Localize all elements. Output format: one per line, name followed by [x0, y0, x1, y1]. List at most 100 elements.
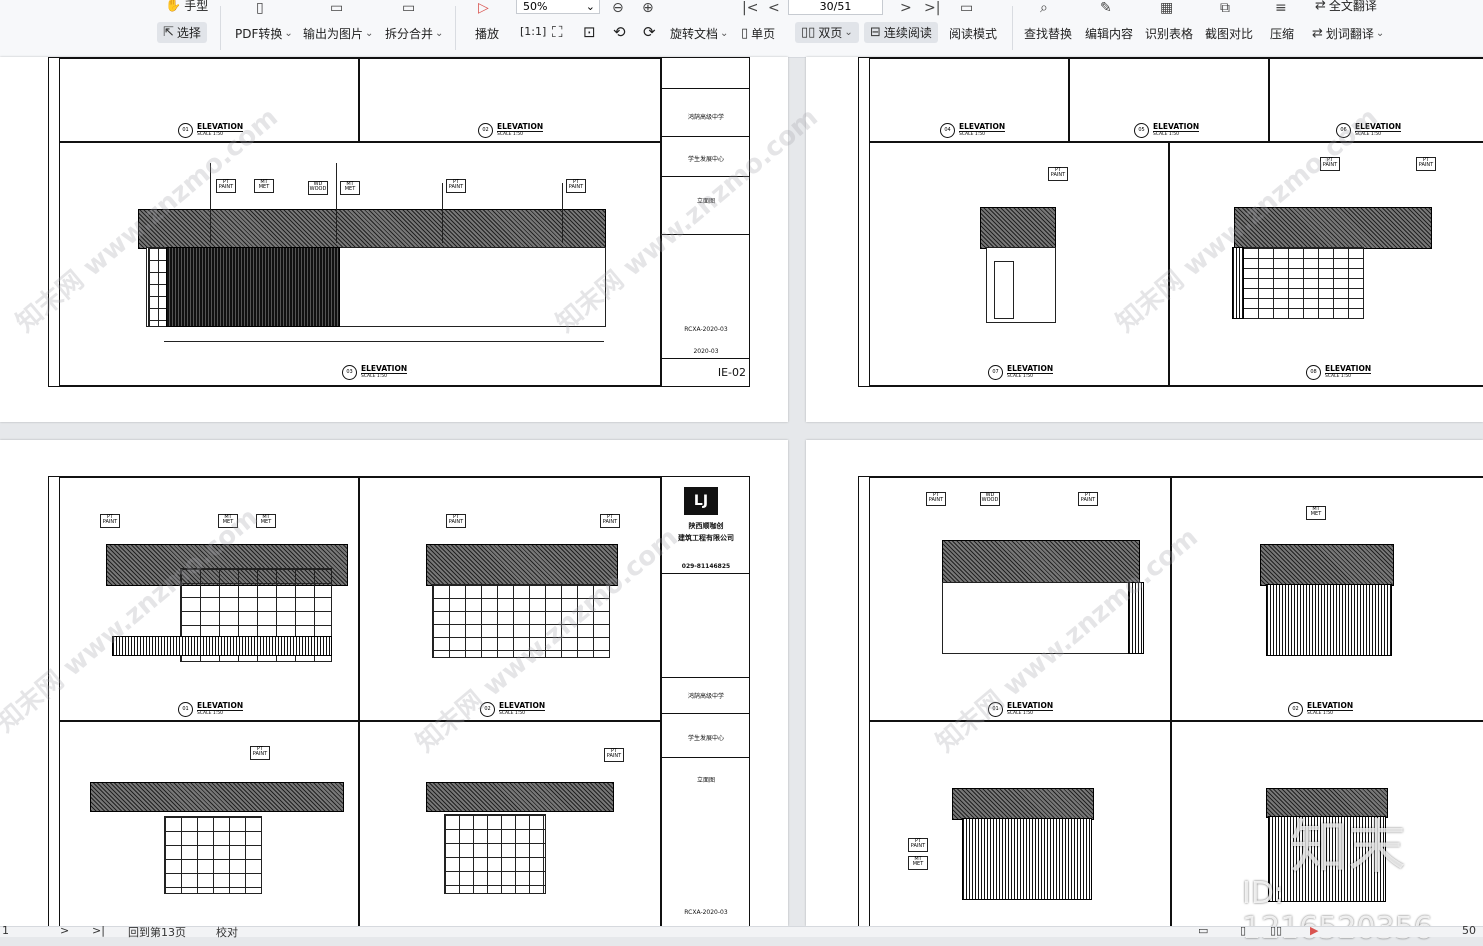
single-page-icon: ▯ — [741, 26, 749, 41]
ref-circle: 01 — [178, 702, 193, 717]
double-view-icon[interactable]: ▯▯ — [1270, 924, 1282, 937]
split-merge-button[interactable]: 拆分合并 — [385, 25, 443, 42]
last-page-icon[interactable]: >| — [92, 924, 105, 937]
double-page-button[interactable]: ▯▯ 双页 — [795, 22, 859, 43]
paint-tag: PT PAINT — [1416, 157, 1436, 171]
elevation-caption: 02 ELEVATION SCALE 1:50 — [480, 702, 546, 717]
ceiling-section — [426, 782, 614, 812]
continuous-button[interactable]: ⊟ 连续阅读 — [864, 22, 938, 43]
wood-tag: WD WOOD — [308, 181, 328, 195]
caption-title: ELEVATION — [1355, 122, 1402, 132]
rotate-doc-button[interactable]: 旋转文档 — [670, 25, 728, 42]
caption-title: ELEVATION — [1325, 364, 1372, 374]
elevation-caption: 08 ELEVATION SCALE 1:50 — [1306, 364, 1372, 380]
caption-title: ELEVATION — [497, 122, 544, 132]
caption-scale: SCALE 1:50 — [197, 132, 223, 137]
edit-content-button[interactable]: 编辑内容 — [1085, 25, 1133, 42]
title-block: LJ 陕西顺咖创 建筑工程有限公司 029-81146825 鸿鹄高级中学 学生… — [661, 477, 750, 926]
elevation-cell: MT MET 02 ELEVATION SCALE 1:50 — [1171, 477, 1483, 721]
double-page-icon: ▯▯ — [801, 25, 816, 40]
recognize-table-button[interactable]: 识别表格 — [1145, 25, 1193, 42]
slat-panel — [1128, 582, 1144, 654]
translate-word-button[interactable]: ⇄ 划词翻译 — [1312, 25, 1384, 42]
elevation-caption: 04 ELEVATION SCALE 1:50 — [940, 123, 1006, 138]
fit-width-icon[interactable]: ⊡ — [583, 23, 596, 41]
single-view-icon[interactable]: ▯ — [1240, 924, 1246, 937]
back-to-page-link[interactable]: 回到第13页 — [128, 924, 186, 940]
elevation-cell: 01 ELEVATION SCALE 1:50 — [59, 58, 359, 142]
divider — [662, 677, 750, 678]
metal-tag: MT MET — [1306, 506, 1326, 520]
compare-button[interactable]: 截图对比 — [1205, 25, 1253, 42]
compare-label: 截图对比 — [1205, 27, 1254, 41]
paint-tag: PT PAINT — [1078, 492, 1098, 506]
caption-scale: SCALE 1:50 — [497, 132, 523, 137]
zoom-in-icon[interactable]: ⊕ — [642, 0, 654, 16]
sheet-number: IE-02 — [717, 366, 746, 379]
zoom-value: 50% — [523, 0, 548, 13]
ceiling-section — [426, 544, 618, 586]
paint-tag: PT PAINT — [1320, 157, 1340, 171]
ceiling-section — [1260, 544, 1394, 586]
door-elevation — [994, 261, 1014, 319]
read-mode-label: 阅读模式 — [949, 27, 998, 41]
play-button[interactable]: 播放 — [475, 25, 499, 42]
view-icon[interactable]: ▭ — [1198, 924, 1208, 937]
caption-scale: SCALE 1:50 — [1307, 711, 1333, 716]
find-replace-button[interactable]: 查找替换 — [1024, 25, 1072, 42]
wood-tag: WD WOOD — [980, 492, 1000, 506]
pdf-convert-button[interactable]: PDF转换 — [235, 25, 293, 42]
elevation-cell: PT PAINT — [359, 721, 661, 926]
caption-scale: SCALE 1:50 — [1153, 132, 1179, 137]
select-label: 选择 — [176, 26, 201, 40]
chevron-down-icon: ⌄ — [585, 0, 595, 13]
sheet-title: 立面图 — [696, 777, 715, 784]
elevation-caption: 07 ELEVATION SCALE 1:50 — [988, 365, 1054, 380]
paint-tag: PT PAINT — [446, 514, 466, 528]
page-number: 1 — [2, 924, 9, 937]
translate-word-label: 划词翻译 — [1325, 27, 1374, 41]
read-mode-button[interactable]: 阅读模式 — [949, 25, 997, 42]
zoom-select[interactable]: 50% ⌄ — [516, 0, 600, 14]
compress-button[interactable]: 压缩 — [1270, 25, 1294, 42]
next-page-icon[interactable]: > — [900, 0, 912, 16]
divider — [662, 234, 750, 235]
elevation-cell: PT PAINT MT MET WD WOOD MT MET PT PAINT PT PAI… — [59, 142, 661, 386]
shelf-grid — [1242, 247, 1364, 319]
ref-circle: 08 — [1306, 365, 1321, 380]
pdf-convert-label: PDF转换 — [235, 27, 283, 41]
elevation-caption: 02 ELEVATION SCALE 1:50 — [1288, 702, 1354, 717]
prev-page-icon[interactable]: < — [768, 0, 780, 16]
image-icon: ▭ — [330, 0, 344, 16]
single-page-button[interactable]: ▯ 单页 — [741, 25, 775, 42]
leader-line — [442, 183, 443, 243]
play-icon[interactable]: ▶ — [1310, 924, 1318, 937]
actual-size-icon[interactable]: [1:1] — [520, 25, 546, 38]
rotate-right-icon[interactable]: ⟳ — [643, 23, 656, 41]
caption-scale: SCALE 1:50 — [361, 374, 387, 379]
first-page-icon[interactable]: |< — [742, 0, 758, 16]
elevation-cell: 02 ELEVATION SCALE 1:50 — [359, 58, 661, 142]
elevation-caption: 01 ELEVATION SCALE 1:50 — [178, 702, 244, 717]
ceiling-section — [138, 209, 606, 249]
prev-page-icon[interactable]: > — [60, 924, 69, 937]
page-input[interactable]: 30/51 — [788, 0, 883, 15]
paint-tag: PT PAINT — [604, 748, 624, 762]
continuous-label: 连续阅读 — [883, 26, 932, 40]
elevation-caption: 06 ELEVATION SCALE 1:50 — [1336, 122, 1402, 138]
zoom-out-icon[interactable]: ⊖ — [612, 0, 624, 16]
last-page-icon[interactable]: >| — [924, 0, 940, 16]
select-tool[interactable]: ⇱ 选择 — [157, 22, 207, 43]
export-image-button[interactable]: 输出为图片 — [303, 25, 373, 42]
elevation-caption: 02 ELEVATION SCALE 1:50 — [478, 122, 544, 138]
hand-tool[interactable]: ✋ 手型 — [165, 0, 208, 14]
shelf-grid — [148, 247, 168, 327]
play-icon: ▷ — [478, 0, 489, 16]
fit-page-icon[interactable]: ⛶ — [552, 23, 563, 41]
elevation-cell: PT PAINT PT PAINT 02 ELEVATION SCALE 1:50 — [359, 477, 661, 721]
proof-button[interactable]: 校对 — [216, 924, 238, 940]
export-image-label: 输出为图片 — [303, 27, 364, 41]
caption-title: ELEVATION — [361, 364, 408, 374]
rotate-left-icon[interactable]: ⟲ — [613, 23, 626, 41]
full-translate-button[interactable]: ⇄ 全文翻译 — [1315, 0, 1377, 14]
